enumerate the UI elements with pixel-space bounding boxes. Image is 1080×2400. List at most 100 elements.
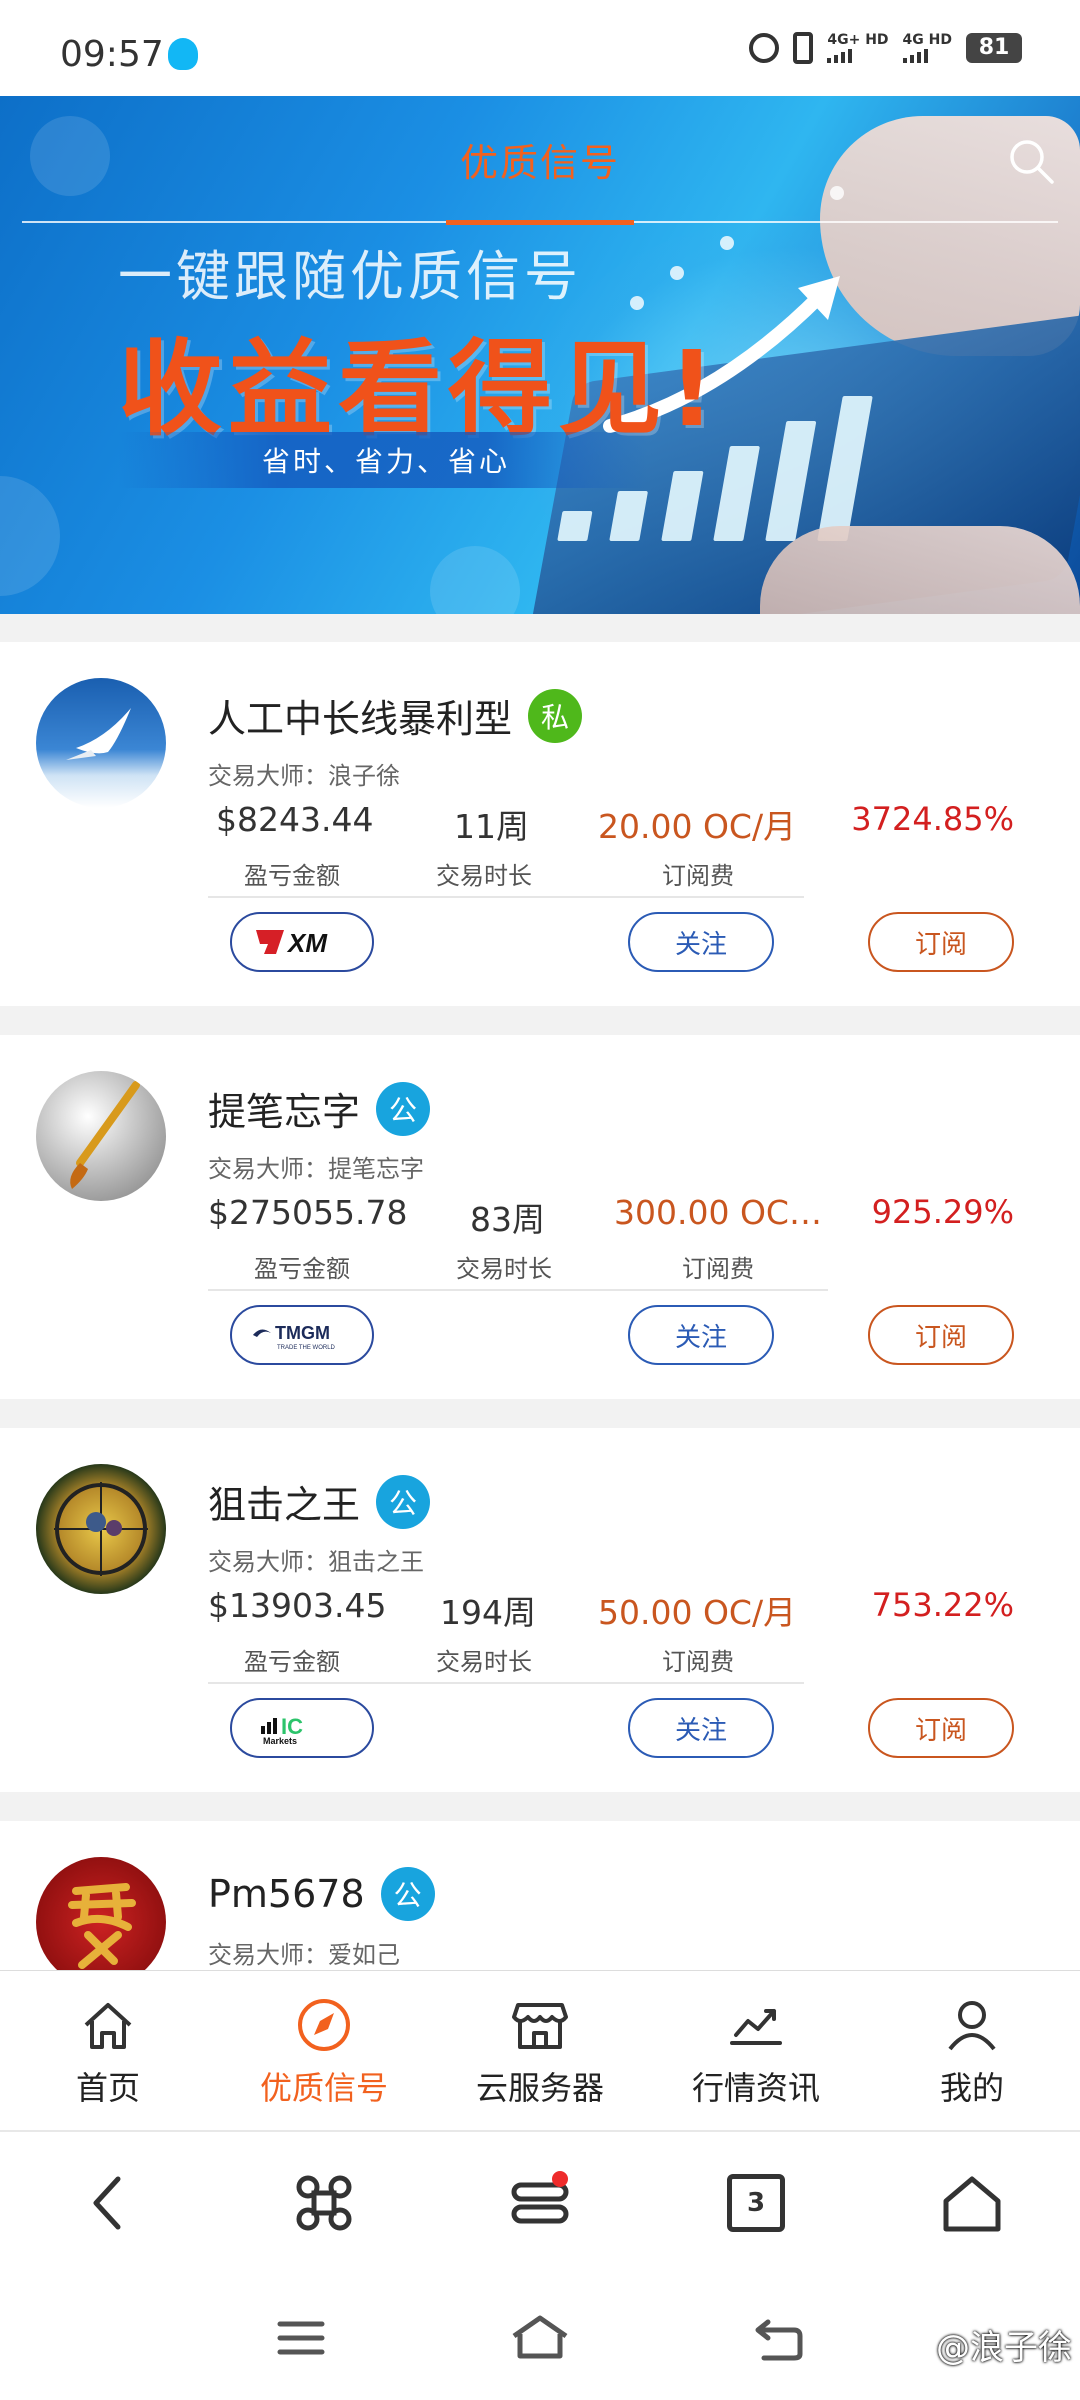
chevron-left-icon xyxy=(93,2176,121,2230)
follow-button[interactable]: 关注 xyxy=(628,912,774,972)
nav-home[interactable]: 首页 xyxy=(0,1971,216,2130)
notification-dot xyxy=(552,2171,568,2187)
public-badge: 公 xyxy=(376,1081,431,1136)
signal-1: 4G+ HD xyxy=(827,32,889,63)
nav-cloud-server[interactable]: 云服务器 xyxy=(432,1971,648,2130)
svg-text:XM: XM xyxy=(286,928,328,958)
profit-amount-label: 盈亏金额 xyxy=(244,862,340,890)
network-2-label: 4G HD xyxy=(902,32,952,48)
tab-count-icon: 3 xyxy=(727,2174,785,2232)
seagull-icon xyxy=(66,708,131,760)
nav-profile[interactable]: 我的 xyxy=(864,1971,1080,2130)
trader-master: 交易大师：狙击之王 xyxy=(208,1548,424,1576)
svg-text:TMGM: TMGM xyxy=(275,1323,330,1343)
svg-text:TRADE THE WORLD: TRADE THE WORLD xyxy=(277,1345,336,1351)
profit-amount: $8243.44 xyxy=(216,800,374,839)
xm-logo-icon: XM xyxy=(256,928,328,958)
trade-duration: 11周 xyxy=(454,807,529,846)
subscription-fee: 50.00 OC/月 xyxy=(598,1593,797,1632)
card-divider xyxy=(208,1682,804,1684)
public-badge: 公 xyxy=(380,1867,435,1921)
store-icon xyxy=(512,2003,568,2049)
compass-icon xyxy=(298,1999,350,2051)
trade-duration: 83周 xyxy=(470,1200,545,1239)
trade-duration-label: 交易时长 xyxy=(436,1648,532,1676)
signal-bars-icon xyxy=(902,47,928,63)
page-title: 优质信号 xyxy=(459,141,620,185)
return-ratio: 925.29% xyxy=(871,1193,1014,1231)
home-icon xyxy=(84,2003,132,2049)
trader-master: 交易大师：浪子徐 xyxy=(208,762,400,790)
avatar xyxy=(36,1857,166,1970)
signal-list[interactable]: 人工中长线暴利型 私 交易大师：浪子徐 $8243.44 11周 20.00 O… xyxy=(0,614,1080,1970)
subscription-fee-label: 订阅费 xyxy=(662,1648,734,1676)
search-icon[interactable] xyxy=(1006,136,1056,186)
love-character-icon xyxy=(68,1883,136,1969)
menu-button[interactable] xyxy=(490,2163,590,2243)
trade-duration: 194周 xyxy=(440,1593,536,1632)
signal-bars-icon xyxy=(827,47,853,63)
trade-duration-label: 交易时长 xyxy=(456,1255,552,1283)
status-bar: 09:57 4G+ HD 4G HD 81 xyxy=(0,0,1080,96)
system-home-button[interactable] xyxy=(510,2314,570,2360)
subscribe-button[interactable]: 订阅 xyxy=(868,1698,1014,1758)
nav-label: 云服务器 xyxy=(475,2069,604,2107)
promo-banner[interactable]: 优质信号 一键跟随优质信号 收益看得见! 省时、省力、省心 xyxy=(0,96,1080,614)
back-button[interactable] xyxy=(58,2163,158,2243)
nav-signals[interactable]: 优质信号 xyxy=(216,1971,432,2130)
subscription-fee-label: 订阅费 xyxy=(682,1255,754,1283)
scope-icon xyxy=(54,1482,148,1576)
brush-icon xyxy=(70,1081,140,1189)
tmgm-logo-icon: TMGM TRADE THE WORLD xyxy=(253,1323,336,1351)
browser-toolbar: 3 xyxy=(0,2130,1080,2274)
follow-button[interactable]: 关注 xyxy=(628,1698,774,1758)
banner-hand-lower xyxy=(760,526,1080,614)
subscribe-button[interactable]: 订阅 xyxy=(868,1305,1014,1365)
avatar xyxy=(36,1464,166,1594)
ic-markets-logo-icon: IC Markets xyxy=(261,1714,303,1746)
subscription-fee: 20.00 OC/月 xyxy=(598,807,797,846)
vibrate-icon xyxy=(793,32,814,64)
apps-button[interactable] xyxy=(274,2163,374,2243)
recent-apps-button[interactable] xyxy=(276,2318,326,2358)
signal-card[interactable]: 人工中长线暴利型 私 交易大师：浪子徐 $8243.44 11周 20.00 O… xyxy=(0,642,1080,1006)
broker-logo-ic-markets[interactable]: IC Markets xyxy=(230,1698,374,1758)
signal-name-row: 人工中长线暴利型 私 xyxy=(208,688,583,743)
return-ratio: 3724.85% xyxy=(851,800,1014,838)
signal-name: 提笔忘字 xyxy=(208,1090,361,1134)
tabs-button[interactable]: 3 xyxy=(706,2163,806,2243)
status-icons: 4G+ HD 4G HD 81 xyxy=(749,32,1022,64)
qq-notification-icon xyxy=(168,38,198,70)
profit-amount-label: 盈亏金额 xyxy=(254,1255,350,1283)
avatar xyxy=(36,678,166,808)
subscribe-button[interactable]: 订阅 xyxy=(868,912,1014,972)
chart-icon xyxy=(730,2009,782,2045)
network-1-label: 4G+ HD xyxy=(827,32,889,48)
nav-label: 优质信号 xyxy=(259,2069,388,2107)
browser-home-button[interactable] xyxy=(922,2163,1022,2243)
nav-label: 行情资讯 xyxy=(691,2069,820,2107)
private-badge: 私 xyxy=(528,688,583,743)
card-divider xyxy=(208,1289,828,1291)
nav-label: 首页 xyxy=(75,2069,140,2107)
signal-name: Pm5678 xyxy=(208,1872,365,1916)
profit-amount: $275055.78 xyxy=(208,1193,408,1232)
battery-icon: 81 xyxy=(966,33,1022,63)
signal-name-row: 提笔忘字 公 xyxy=(208,1081,431,1136)
signal-card[interactable]: Pm5678 公 交易大师：爱如己 xyxy=(0,1821,1080,1970)
signal-card[interactable]: 狙击之王 公 交易大师：狙击之王 $13903.45 194周 50.00 OC… xyxy=(0,1428,1080,1792)
signal-2: 4G HD xyxy=(902,32,952,63)
status-time: 09:57 xyxy=(60,34,164,75)
user-icon xyxy=(948,2001,996,2051)
broker-logo-xm[interactable]: XM xyxy=(230,912,374,972)
follow-button[interactable]: 关注 xyxy=(628,1305,774,1365)
return-ratio: 753.22% xyxy=(871,1586,1014,1624)
system-nav-bar xyxy=(0,2274,1080,2400)
trader-master: 交易大师：提笔忘字 xyxy=(208,1155,424,1183)
nav-market-news[interactable]: 行情资讯 xyxy=(648,1971,864,2130)
signal-card[interactable]: 提笔忘字 公 交易大师：提笔忘字 $275055.78 83周 300.00 O… xyxy=(0,1035,1080,1399)
system-back-button[interactable] xyxy=(754,2318,804,2362)
bottom-nav: 首页 优质信号 云服务器 行情资讯 我的 xyxy=(0,1970,1080,2130)
broker-logo-tmgm[interactable]: TMGM TRADE THE WORLD xyxy=(230,1305,374,1365)
alarm-icon xyxy=(749,33,780,63)
